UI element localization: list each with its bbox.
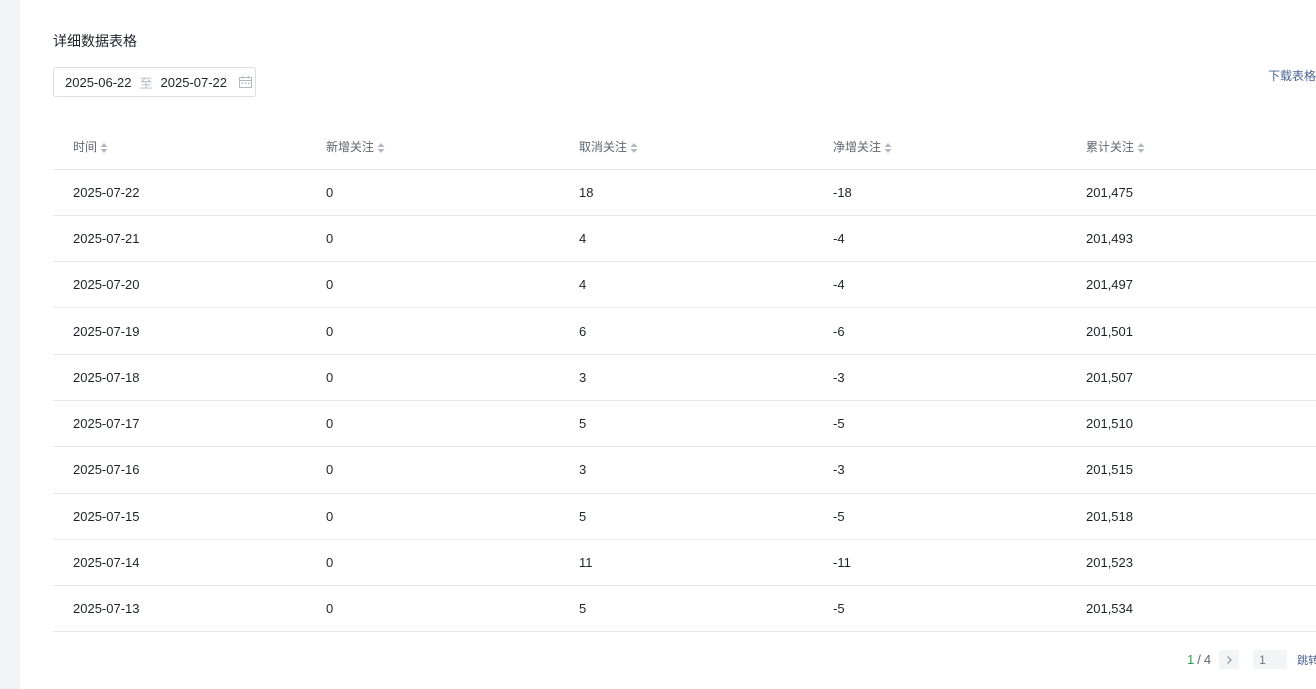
column-header-unfollows[interactable]: 取消关注 xyxy=(559,124,813,170)
cell-new-follows: 0 xyxy=(306,446,559,494)
table-row: 2025-07-15 0 5 -5 201,518 xyxy=(53,493,1316,540)
cell-net-follows: -5 xyxy=(813,585,1066,633)
sort-icon[interactable] xyxy=(884,142,892,154)
table-body: 2025-07-22 0 18 -18 201,475 2025-07-21 0 4 -4 20… xyxy=(53,169,1316,633)
cell-net-follows: -3 xyxy=(813,446,1066,494)
cell-net-follows: -11 xyxy=(813,539,1066,587)
cell-new-follows: 0 xyxy=(306,261,559,309)
pagination: 1 / 4 跳转 xyxy=(1187,650,1316,669)
table-row: 2025-07-22 0 18 -18 201,475 xyxy=(53,169,1316,216)
cell-date: 2025-07-17 xyxy=(53,400,306,448)
cell-net-follows: -4 xyxy=(813,261,1066,309)
cell-date: 2025-07-20 xyxy=(53,261,306,309)
cell-cumulative-follows: 201,518 xyxy=(1066,493,1316,540)
table-row: 2025-07-19 0 6 -6 201,501 xyxy=(53,307,1316,355)
cell-unfollows: 4 xyxy=(559,261,813,309)
cell-new-follows: 0 xyxy=(306,400,559,448)
cell-unfollows: 3 xyxy=(559,446,813,494)
table-row: 2025-07-16 0 3 -3 201,515 xyxy=(53,446,1316,494)
column-header-net-follows[interactable]: 净增关注 xyxy=(813,124,1066,170)
column-header-time[interactable]: 时间 xyxy=(53,124,306,170)
sort-icon[interactable] xyxy=(377,142,385,154)
cell-new-follows: 0 xyxy=(306,307,559,355)
sort-icon[interactable] xyxy=(630,142,638,154)
cell-cumulative-follows: 201,493 xyxy=(1066,215,1316,263)
column-header-cumulative-follows[interactable]: 累计关注 xyxy=(1066,124,1316,170)
cell-net-follows: -5 xyxy=(813,400,1066,448)
sort-icon[interactable] xyxy=(100,142,108,154)
table-row: 2025-07-14 0 11 -11 201,523 xyxy=(53,539,1316,587)
cell-cumulative-follows: 201,534 xyxy=(1066,585,1316,633)
cell-cumulative-follows: 201,515 xyxy=(1066,446,1316,494)
left-sidebar-edge xyxy=(0,0,20,689)
table-row: 2025-07-13 0 5 -5 201,534 xyxy=(53,585,1316,633)
cell-date: 2025-07-16 xyxy=(53,446,306,494)
detail-data-table: 时间 新增关注 取消关注 净增关注 累计关注 2025-07-22 0 18 -18 2… xyxy=(53,124,1316,633)
cell-cumulative-follows: 201,501 xyxy=(1066,307,1316,355)
cell-new-follows: 0 xyxy=(306,215,559,263)
table-row: 2025-07-20 0 4 -4 201,497 xyxy=(53,261,1316,309)
cell-date: 2025-07-21 xyxy=(53,215,306,263)
cell-net-follows: -5 xyxy=(813,493,1066,540)
detail-data-panel: 详细数据表格 2025-06-22 至 2025-07-22 下载表格 时间 新… xyxy=(20,0,1316,689)
section-title: 详细数据表格 xyxy=(53,33,137,49)
cell-unfollows: 18 xyxy=(559,169,813,216)
calendar-icon[interactable] xyxy=(239,76,253,88)
download-table-link[interactable]: 下载表格 xyxy=(1268,67,1316,84)
date-range-separator: 至 xyxy=(139,75,153,91)
cell-unfollows: 3 xyxy=(559,354,813,401)
cell-new-follows: 0 xyxy=(306,493,559,540)
cell-unfollows: 4 xyxy=(559,215,813,263)
table-row: 2025-07-18 0 3 -3 201,507 xyxy=(53,354,1316,401)
pagination-total-pages: 4 xyxy=(1203,652,1212,667)
cell-net-follows: -4 xyxy=(813,215,1066,263)
cell-unfollows: 5 xyxy=(559,493,813,540)
cell-cumulative-follows: 201,507 xyxy=(1066,354,1316,401)
cell-cumulative-follows: 201,510 xyxy=(1066,400,1316,448)
cell-unfollows: 11 xyxy=(559,539,813,587)
cell-date: 2025-07-15 xyxy=(53,493,306,540)
cell-date: 2025-07-18 xyxy=(53,354,306,401)
chevron-right-icon xyxy=(1227,655,1232,664)
cell-date: 2025-07-14 xyxy=(53,539,306,587)
cell-new-follows: 0 xyxy=(306,585,559,633)
pagination-separator: / xyxy=(1197,652,1201,667)
table-header-row: 时间 新增关注 取消关注 净增关注 累计关注 xyxy=(53,124,1316,170)
table-row: 2025-07-21 0 4 -4 201,493 xyxy=(53,215,1316,263)
cell-net-follows: -6 xyxy=(813,307,1066,355)
cell-date: 2025-07-13 xyxy=(53,585,306,633)
column-header-new-follows[interactable]: 新增关注 xyxy=(306,124,559,170)
cell-cumulative-follows: 201,497 xyxy=(1066,261,1316,309)
pagination-current-page: 1 xyxy=(1187,652,1195,667)
cell-unfollows: 5 xyxy=(559,585,813,633)
date-range-end[interactable]: 2025-07-22 xyxy=(161,75,228,90)
cell-cumulative-follows: 201,523 xyxy=(1066,539,1316,587)
cell-new-follows: 0 xyxy=(306,539,559,587)
cell-date: 2025-07-19 xyxy=(53,307,306,355)
cell-net-follows: -3 xyxy=(813,354,1066,401)
cell-cumulative-follows: 201,475 xyxy=(1066,169,1316,216)
table-row: 2025-07-17 0 5 -5 201,510 xyxy=(53,400,1316,448)
next-page-button[interactable] xyxy=(1219,650,1240,669)
cell-unfollows: 5 xyxy=(559,400,813,448)
sort-icon[interactable] xyxy=(1137,142,1145,154)
cell-net-follows: -18 xyxy=(813,169,1066,216)
date-range-picker[interactable]: 2025-06-22 至 2025-07-22 xyxy=(53,67,256,97)
page-jump-input[interactable] xyxy=(1253,650,1288,669)
jump-button[interactable]: 跳转 xyxy=(1297,652,1316,668)
cell-unfollows: 6 xyxy=(559,307,813,355)
cell-new-follows: 0 xyxy=(306,354,559,401)
cell-date: 2025-07-22 xyxy=(53,169,306,216)
date-range-start[interactable]: 2025-06-22 xyxy=(65,75,132,90)
cell-new-follows: 0 xyxy=(306,169,559,216)
